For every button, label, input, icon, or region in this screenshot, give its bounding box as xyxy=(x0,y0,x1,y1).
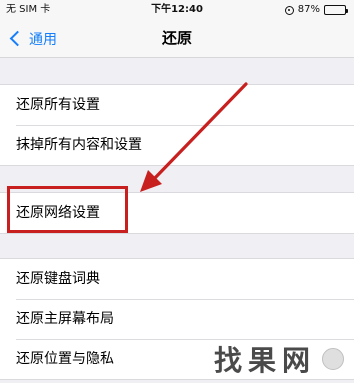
reset-home-screen-layout-cell[interactable]: 还原主屏幕布局 xyxy=(0,299,354,339)
settings-group-1: 还原所有设置 抹掉所有内容和设置 xyxy=(0,84,354,166)
watermark-logo-icon xyxy=(322,348,344,370)
erase-all-content-cell[interactable]: 抹掉所有内容和设置 xyxy=(0,125,354,165)
watermark-text: 找果网 xyxy=(213,344,316,377)
reset-keyboard-dictionary-cell[interactable]: 还原键盘词典 xyxy=(0,259,354,299)
page-title: 还原 xyxy=(161,29,192,47)
battery-percent: 87% xyxy=(297,4,320,15)
status-bar: 无 SIM 卡 下午12:40 87% xyxy=(0,0,354,20)
battery-icon xyxy=(324,5,348,15)
rotation-lock-icon xyxy=(284,5,294,15)
reset-network-settings-cell[interactable]: 还原网络设置 xyxy=(0,193,354,233)
reset-all-settings-cell[interactable]: 还原所有设置 xyxy=(0,85,354,125)
nav-bar: 通用 还原 xyxy=(0,20,354,58)
settings-group-2: 还原网络设置 xyxy=(0,192,354,234)
status-right: 87% xyxy=(284,3,348,17)
watermark: 找果网 xyxy=(214,339,344,379)
arrow-head xyxy=(140,170,162,192)
